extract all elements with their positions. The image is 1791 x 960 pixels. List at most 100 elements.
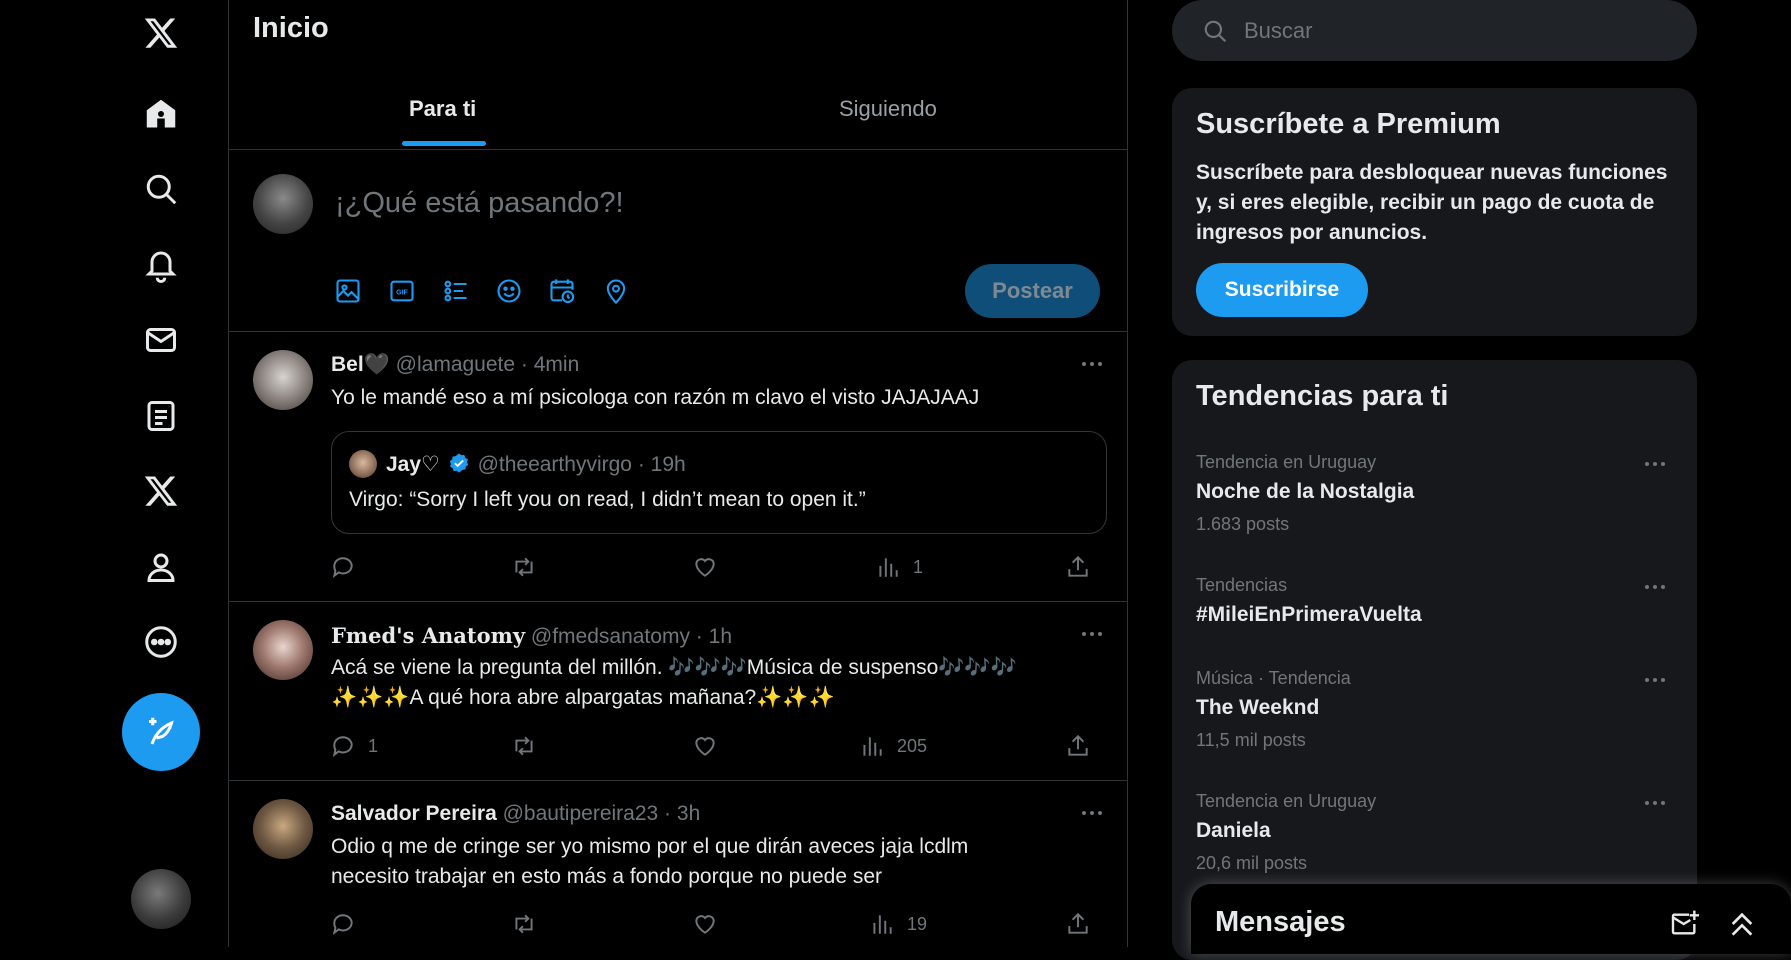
quote-author-handle[interactable]: @theearthyvirgo: [478, 453, 632, 476]
views-button[interactable]: 1: [875, 554, 923, 580]
reply-button[interactable]: [330, 554, 368, 580]
trend-name: Noche de la Nostalgia: [1196, 480, 1415, 503]
share-button[interactable]: [1065, 733, 1091, 759]
messages-icon[interactable]: [136, 315, 186, 365]
trend-context: Tendencias: [1196, 575, 1288, 595]
image-icon[interactable]: [333, 276, 363, 306]
messages-title: Mensajes: [1215, 906, 1346, 938]
trend-name: Daniela: [1196, 819, 1271, 842]
more-options-icon[interactable]: [1640, 670, 1670, 690]
tab-following[interactable]: Siguiendo: [839, 96, 937, 122]
retweet-button[interactable]: [511, 733, 549, 759]
avatar[interactable]: [253, 620, 313, 680]
reply-button[interactable]: 1: [330, 733, 378, 759]
account-avatar[interactable]: [131, 869, 191, 929]
trend-context: Tendencia en Uruguay: [1196, 452, 1377, 472]
home-icon[interactable]: [136, 89, 186, 139]
like-button[interactable]: [692, 733, 730, 759]
reply-icon: [332, 736, 353, 758]
notifications-icon[interactable]: [136, 240, 186, 290]
search-icon[interactable]: [136, 164, 186, 214]
expand-drawer-icon[interactable]: [1726, 908, 1758, 940]
lists-icon[interactable]: [136, 391, 186, 441]
view-count: 1: [913, 556, 924, 577]
premium-title: Suscríbete a Premium: [1196, 108, 1501, 140]
premium-description: Suscríbete para desbloquear nuevas funci…: [1196, 161, 1668, 244]
more-options-icon[interactable]: [1077, 354, 1107, 374]
left-navigation: [0, 0, 228, 947]
views-icon: [873, 915, 892, 934]
composer-avatar[interactable]: [253, 174, 313, 234]
more-options-icon[interactable]: [1640, 793, 1670, 813]
views-icon: [879, 558, 898, 577]
gif-icon[interactable]: GIF: [387, 276, 417, 306]
main-timeline: Inicio Para ti Siguiendo GIF Postear Bel…: [228, 0, 1128, 947]
author-name[interactable]: Salvador Pereira: [331, 802, 497, 825]
reply-icon: [332, 914, 353, 936]
retweet-button[interactable]: [511, 554, 549, 580]
premium-icon[interactable]: [136, 466, 186, 516]
feather-plus-icon: [149, 717, 174, 745]
timestamp[interactable]: 1h: [709, 625, 732, 648]
views-button[interactable]: 205: [859, 733, 927, 759]
reply-count: 1: [368, 735, 379, 756]
reply-icon: [332, 557, 353, 579]
more-options-icon[interactable]: [1077, 803, 1107, 823]
quote-avatar[interactable]: [349, 450, 377, 478]
search-bar[interactable]: [1172, 0, 1697, 61]
reply-button[interactable]: [330, 911, 368, 937]
avatar[interactable]: [253, 350, 313, 410]
premium-panel: Suscríbete a Premium Suscríbete para des…: [1172, 88, 1697, 336]
author-handle[interactable]: @fmedsanatomy: [531, 625, 690, 648]
quoted-tweet[interactable]: Jay♡ @theearthyvirgo · 19h Virgo: “Sorry…: [331, 431, 1107, 534]
timestamp[interactable]: 4min: [534, 353, 580, 376]
share-icon: [1068, 734, 1088, 756]
trend-item[interactable]: Tendencia en Uruguay Noche de la Nostalg…: [1172, 452, 1697, 562]
trend-item[interactable]: Música · Tendencia The Weeknd 11,5 mil p…: [1172, 668, 1697, 778]
author-handle[interactable]: @lamaguete: [396, 353, 515, 376]
quote-timestamp[interactable]: 19h: [651, 453, 686, 476]
compose-post-button[interactable]: [122, 693, 200, 771]
trend-name: #MileiEnPrimeraVuelta: [1196, 603, 1422, 626]
poll-icon[interactable]: [441, 276, 471, 306]
page-title: Inicio: [253, 12, 329, 44]
views-icon: [863, 737, 882, 756]
like-button[interactable]: [692, 911, 730, 937]
trend-context: Música · Tendencia: [1196, 668, 1351, 688]
more-options-icon[interactable]: [1640, 454, 1670, 474]
author-handle[interactable]: @bautipereira23: [503, 802, 659, 825]
retweet-button[interactable]: [511, 911, 549, 937]
svg-text:GIF: GIF: [396, 290, 408, 297]
share-icon: [1068, 912, 1088, 934]
separator: ·: [664, 802, 672, 825]
quote-header: Jay♡ @theearthyvirgo · 19h: [386, 452, 686, 480]
search-input[interactable]: [1242, 16, 1646, 45]
author-name[interactable]: Bel🖤: [331, 353, 390, 376]
avatar[interactable]: [253, 799, 313, 859]
share-button[interactable]: [1065, 554, 1091, 580]
tweet-header: Fmed's Anatomy @fmedsanatomy · 1h: [331, 623, 732, 649]
more-options-icon[interactable]: [1077, 624, 1107, 644]
trends-title: Tendencias para ti: [1196, 380, 1449, 412]
post-button[interactable]: Postear: [965, 264, 1100, 318]
quote-author-name[interactable]: Jay♡: [386, 453, 440, 476]
profile-icon[interactable]: [136, 542, 186, 592]
like-button[interactable]: [692, 554, 730, 580]
x-logo-icon[interactable]: [136, 8, 186, 58]
author-name[interactable]: Fmed's Anatomy: [331, 623, 525, 648]
retweet-icon: [515, 736, 533, 756]
more-icon[interactable]: [136, 617, 186, 667]
emoji-icon[interactable]: [494, 276, 524, 306]
subscribe-button[interactable]: Suscribirse: [1196, 263, 1368, 317]
location-icon[interactable]: [601, 276, 631, 306]
more-options-icon[interactable]: [1640, 577, 1670, 597]
share-button[interactable]: [1065, 911, 1091, 937]
tab-for-you[interactable]: Para ti: [409, 96, 476, 122]
views-button[interactable]: 19: [869, 911, 927, 937]
schedule-icon[interactable]: [547, 276, 577, 306]
post-composer-input[interactable]: [333, 186, 897, 221]
new-message-icon[interactable]: [1669, 908, 1701, 940]
timestamp[interactable]: 3h: [677, 802, 700, 825]
messages-drawer[interactable]: Mensajes: [1191, 884, 1791, 954]
share-icon: [1068, 555, 1088, 577]
